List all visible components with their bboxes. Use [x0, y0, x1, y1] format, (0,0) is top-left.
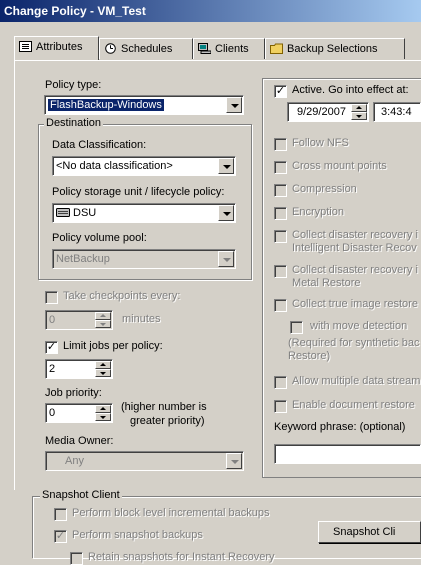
document-restore-label: Enable document restore [292, 399, 415, 411]
job-priority-value: 0 [49, 407, 56, 419]
storage-unit-value: DSU [73, 207, 97, 219]
effective-date-input[interactable]: 9/29/2007 [287, 102, 369, 122]
chevron-down-icon[interactable] [226, 97, 242, 113]
encryption-checkbox[interactable] [274, 207, 287, 220]
job-priority-hint-2: greater priority) [130, 415, 205, 427]
media-owner-select[interactable]: Any [45, 451, 244, 471]
encryption-label: Encryption [292, 206, 344, 218]
tab-attributes-label: Attributes [36, 41, 83, 53]
volume-pool-value: NetBackup [56, 253, 110, 265]
tab-clients[interactable]: Clients [193, 38, 265, 59]
true-image-checkbox[interactable] [274, 299, 287, 312]
synthetic-note-2: Restore) [288, 350, 331, 362]
bmr-label-1: Collect disaster recovery i [292, 264, 418, 276]
tab-backup-selections-label: Backup Selections [287, 43, 378, 55]
chevron-down-icon[interactable] [218, 251, 234, 267]
effective-date-spinner[interactable] [351, 104, 367, 120]
multi-stream-checkbox[interactable] [274, 376, 287, 389]
storage-unit-select[interactable]: DSU [52, 203, 236, 223]
move-detection-checkbox[interactable] [290, 321, 303, 334]
active-label: Active. Go into effect at: [292, 84, 409, 96]
bmr-checkbox[interactable] [274, 265, 287, 278]
volume-pool-label: Policy volume pool: [52, 232, 147, 244]
storage-unit-label: Policy storage unit / lifecycle policy: [52, 186, 225, 198]
compression-label: Compression [292, 183, 357, 195]
idr-checkbox[interactable] [274, 230, 287, 243]
tab-attributes[interactable]: Attributes [14, 36, 99, 60]
job-priority-spinner[interactable] [95, 405, 111, 421]
folder-icon [270, 41, 283, 54]
limit-jobs-label: Limit jobs per policy: [63, 340, 163, 352]
chevron-down-icon[interactable] [218, 205, 234, 221]
idr-label-2: Intelligent Disaster Recov [292, 242, 417, 254]
tab-backup-selections[interactable]: Backup Selections [265, 38, 405, 59]
block-level-checkbox[interactable] [54, 508, 67, 521]
checkpoint-input[interactable]: 0 [45, 310, 113, 330]
move-detection-label: with move detection [310, 320, 408, 332]
checkpoint-unit: minutes [122, 313, 161, 325]
snapshot-backups-checkbox[interactable]: ✓ [54, 530, 67, 543]
effective-time-input[interactable]: 3:43:4 [373, 102, 421, 122]
snapshot-backups-label: Perform snapshot backups [72, 529, 203, 541]
document-restore-checkbox[interactable] [274, 400, 287, 413]
window-title: Change Policy - VM_Test [0, 0, 421, 22]
limit-jobs-checkbox[interactable]: ✓ [45, 341, 58, 354]
snapshot-client-button[interactable]: Snapshot Cli [318, 521, 421, 543]
tab-schedules-label: Schedules [121, 43, 173, 55]
true-image-label: Collect true image restore [292, 298, 418, 310]
active-checkbox[interactable]: ✓ [274, 85, 287, 98]
tab-clients-label: Clients [215, 43, 249, 55]
media-owner-value: Any [65, 455, 84, 467]
job-priority-hint-1: (higher number is [121, 401, 207, 413]
keyword-input[interactable] [274, 444, 421, 464]
policy-type-label: Policy type: [45, 79, 102, 91]
checkpoint-label: Take checkpoints every: [63, 290, 181, 302]
checkpoint-value: 0 [49, 314, 56, 326]
follow-nfs-label: Follow NFS [292, 137, 349, 149]
keyword-label: Keyword phrase: (optional) [274, 421, 406, 433]
disk-icon [56, 206, 70, 222]
clock-icon [104, 41, 117, 54]
tab-schedules[interactable]: Schedules [99, 38, 193, 59]
media-owner-label: Media Owner: [45, 435, 114, 447]
limit-jobs-spinner[interactable] [95, 361, 111, 377]
retain-snapshots-label: Retain snapshots for Instant Recovery [88, 551, 275, 563]
limit-jobs-value: 2 [49, 363, 56, 375]
effective-time-value: 3:43:4 [381, 106, 412, 118]
computer-icon [198, 41, 212, 54]
checkpoint-spinner[interactable] [95, 312, 111, 328]
job-priority-label: Job priority: [45, 387, 102, 399]
job-priority-input[interactable]: 0 [45, 403, 113, 423]
synthetic-note-1: (Required for synthetic bac [288, 337, 420, 349]
data-classification-label: Data Classification: [52, 139, 147, 151]
limit-jobs-input[interactable]: 2 [45, 359, 113, 379]
cross-mount-checkbox[interactable] [274, 161, 287, 174]
retain-snapshots-checkbox[interactable] [70, 552, 83, 565]
follow-nfs-checkbox[interactable] [274, 138, 287, 151]
policy-type-value: FlashBackup-Windows [48, 99, 164, 111]
idr-label-1: Collect disaster recovery i [292, 229, 418, 241]
policy-type-select[interactable]: FlashBackup-Windows [44, 95, 244, 115]
chevron-down-icon[interactable] [218, 158, 234, 174]
compression-checkbox[interactable] [274, 184, 287, 197]
destination-group-label: Destination [44, 117, 104, 129]
block-level-label: Perform block level incremental backups [72, 507, 270, 519]
effective-date-value: 9/29/2007 [297, 106, 346, 118]
bmr-label-2: Metal Restore [292, 277, 361, 289]
multi-stream-label: Allow multiple data stream [292, 375, 421, 387]
data-classification-value: <No data classification> [56, 160, 173, 172]
chevron-down-icon[interactable] [226, 453, 242, 469]
snapshot-client-label: Snapshot Client [40, 489, 122, 501]
cross-mount-label: Cross mount points [292, 160, 387, 172]
checkpoint-checkbox[interactable] [45, 291, 58, 304]
volume-pool-select[interactable]: NetBackup [52, 249, 236, 269]
data-classification-select[interactable]: <No data classification> [52, 156, 236, 176]
attributes-icon [19, 39, 32, 52]
